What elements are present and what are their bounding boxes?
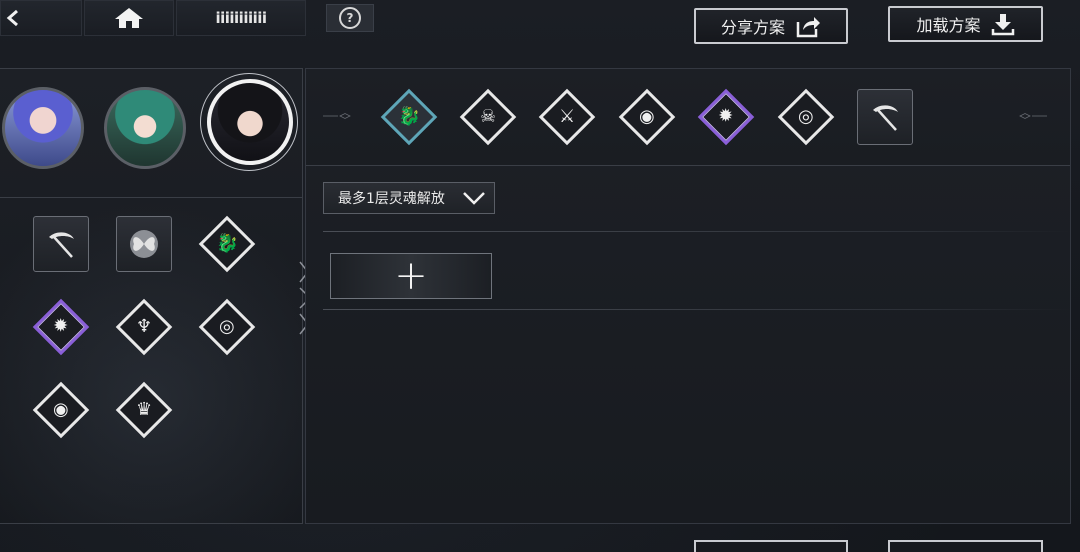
butterfly-icon (130, 230, 158, 258)
dragon-icon: 🐉 (380, 88, 438, 146)
back-button[interactable] (0, 0, 82, 36)
help-label: ? (346, 11, 354, 25)
sword-crest-icon: ⚔ (538, 88, 596, 146)
skill-tab-5[interactable]: ✹ (697, 88, 755, 146)
game-screen: iiiiiiiiiii ? 分享方案 加载方案 🐉 ✹ ♆ ◎ ◉ ♛ 🐉 ☠ … (0, 0, 1080, 552)
orb-icon: ◉ (618, 88, 676, 146)
bottom-button-left[interactable] (694, 540, 848, 552)
scythe-icon (873, 105, 898, 131)
character-avatar-3[interactable] (207, 79, 293, 165)
inventory-slot-3[interactable]: 🐉 (198, 215, 256, 273)
spiral-icon: ◎ (777, 88, 835, 146)
inventory-skill-grid: 🐉 ✹ ♆ ◎ ◉ ♛ (0, 197, 302, 525)
home-icon (115, 8, 143, 28)
inventory-slot-1[interactable] (33, 216, 89, 272)
top-bar: iiiiiiiiiii ? 分享方案 加载方案 (0, 0, 1080, 44)
character-avatar-2[interactable] (104, 87, 186, 169)
share-plan-button[interactable]: 分享方案 (694, 8, 848, 44)
skill-tab-6[interactable]: ◎ (777, 88, 835, 146)
demon-face-icon: ☠ (459, 88, 517, 146)
inventory-slot-4[interactable]: ✹ (32, 298, 90, 356)
right-panel: 🐉 ☠ ⚔ ◉ ✹ ◎ 最多1层灵魂解放 + (305, 68, 1071, 524)
help-button[interactable]: ? (326, 4, 374, 32)
chevron-down-icon (463, 192, 485, 205)
skill-tab-7[interactable] (857, 89, 913, 145)
inventory-slot-2[interactable] (116, 216, 172, 272)
skill-tab-strip: 🐉 ☠ ⚔ ◉ ✹ ◎ (306, 69, 1070, 166)
divider-top (323, 231, 1071, 232)
skill-tab-3[interactable]: ⚔ (538, 88, 596, 146)
share-plan-label: 分享方案 (720, 18, 785, 37)
load-plan-button[interactable]: 加载方案 (888, 6, 1043, 42)
skill-tab-2[interactable]: ☠ (459, 88, 517, 146)
add-skill-button[interactable]: + (330, 253, 492, 299)
dragon-icon: 🐉 (198, 215, 256, 273)
bottom-button-right[interactable] (888, 540, 1043, 552)
load-plan-label: 加载方案 (916, 16, 981, 35)
skill-tab-1[interactable]: 🐉 (380, 88, 438, 146)
divider-bottom (323, 309, 1071, 310)
character-avatar-1[interactable] (2, 87, 84, 169)
left-panel: 🐉 ✹ ♆ ◎ ◉ ♛ (0, 68, 303, 524)
inventory-slot-6[interactable]: ◎ (198, 298, 256, 356)
beast-crest-icon: ♆ (115, 298, 173, 356)
mask-icon: ♛ (115, 381, 173, 439)
inventory-slot-5[interactable]: ♆ (115, 298, 173, 356)
player-name-text: iiiiiiiiiii (215, 9, 267, 27)
skill-tab-4[interactable]: ◉ (618, 88, 676, 146)
chevron-left-icon (6, 9, 18, 27)
flame-crest-icon: ✹ (697, 88, 755, 146)
spiral-icon: ◎ (198, 298, 256, 356)
character-row (0, 69, 302, 198)
filter-selected-label: 最多1层灵魂解放 (338, 191, 445, 207)
ornament-left-icon (323, 113, 351, 119)
orb-icon: ◉ (32, 381, 90, 439)
inventory-slot-8[interactable]: ♛ (115, 381, 173, 439)
scythe-icon (49, 232, 74, 258)
soul-release-filter-select[interactable]: 最多1层灵魂解放 (323, 182, 495, 214)
download-icon (991, 14, 1014, 36)
player-name: iiiiiiiiiii (176, 0, 306, 36)
flame-crest-icon: ✹ (32, 298, 90, 356)
ornament-right-icon (1019, 113, 1047, 119)
home-button[interactable] (84, 0, 174, 36)
share-arrow-icon (796, 17, 820, 38)
help-icon: ? (339, 7, 361, 29)
inventory-slot-7[interactable]: ◉ (32, 381, 90, 439)
add-skill-label: + (394, 253, 428, 299)
